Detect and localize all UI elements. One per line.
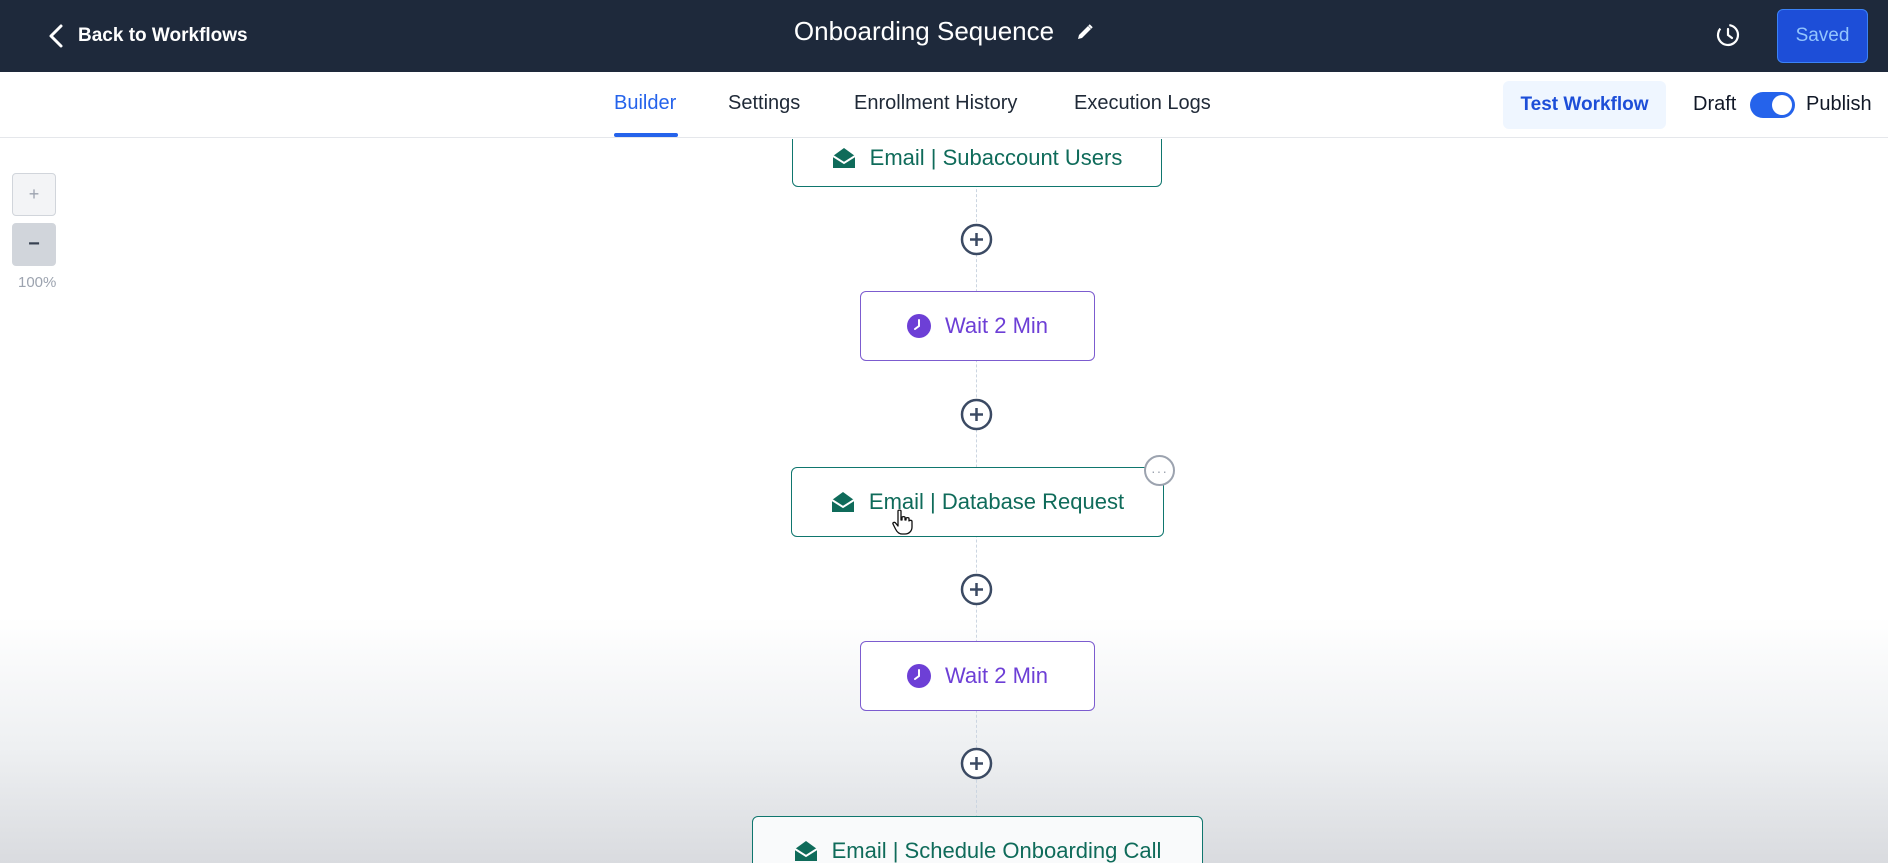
active-tab-indicator [614, 133, 678, 137]
tab-settings[interactable]: Settings [728, 92, 800, 115]
publish-toggle[interactable] [1750, 92, 1795, 118]
more-options-icon[interactable]: ··· [1144, 455, 1175, 486]
wait-node-1[interactable]: Wait 2 Min [860, 291, 1095, 361]
add-step-plus-icon[interactable] [960, 573, 993, 606]
tab-execution-logs[interactable]: Execution Logs [1074, 92, 1211, 115]
email-node-subaccount-users[interactable]: Email | Subaccount Users [792, 139, 1162, 187]
node-label: Email | Schedule Onboarding Call [831, 838, 1162, 863]
draft-label: Draft [1693, 93, 1737, 115]
top-bar: Back to Workflows Onboarding Sequence Sa… [0, 0, 1888, 72]
chevron-left-icon [49, 24, 63, 48]
add-step-plus-icon[interactable] [960, 398, 993, 431]
tab-builder[interactable]: Builder [614, 92, 676, 115]
tab-enrollment-history[interactable]: Enrollment History [854, 92, 1017, 115]
toggle-knob [1772, 95, 1792, 115]
zoom-out-button[interactable]: − [12, 223, 56, 266]
publish-label: Publish [1806, 93, 1872, 115]
email-node-database-request[interactable]: Email | Database Request [791, 467, 1164, 537]
saved-button[interactable]: Saved [1777, 9, 1868, 63]
envelope-open-icon [832, 147, 856, 169]
add-step-plus-icon[interactable] [960, 747, 993, 780]
node-label: Wait 2 Min [944, 663, 1049, 688]
email-node-schedule-onboarding-call[interactable]: Email | Schedule Onboarding Call [752, 816, 1203, 863]
node-label: Wait 2 Min [944, 313, 1049, 338]
zoom-level: 100% [18, 274, 57, 291]
add-step-plus-icon[interactable] [960, 223, 993, 256]
clock-icon [906, 664, 931, 688]
hand-cursor-icon [892, 509, 913, 535]
clock-icon [906, 314, 931, 338]
envelope-open-icon [794, 840, 818, 862]
workflow-title: Onboarding Sequence [793, 16, 1055, 46]
wait-node-2[interactable]: Wait 2 Min [860, 641, 1095, 711]
zoom-in-button[interactable]: + [12, 173, 56, 216]
back-label: Back to Workflows [78, 25, 248, 46]
test-workflow-button[interactable]: Test Workflow [1503, 81, 1666, 129]
envelope-open-icon [831, 491, 855, 513]
history-icon[interactable] [1713, 20, 1743, 55]
back-to-workflows-link[interactable]: Back to Workflows [48, 20, 248, 52]
node-label: Email | Subaccount Users [869, 145, 1123, 170]
pencil-icon[interactable] [1076, 23, 1094, 41]
workflow-canvas[interactable]: + − 100% Email | Subaccount Users Wait 2… [0, 139, 1888, 863]
